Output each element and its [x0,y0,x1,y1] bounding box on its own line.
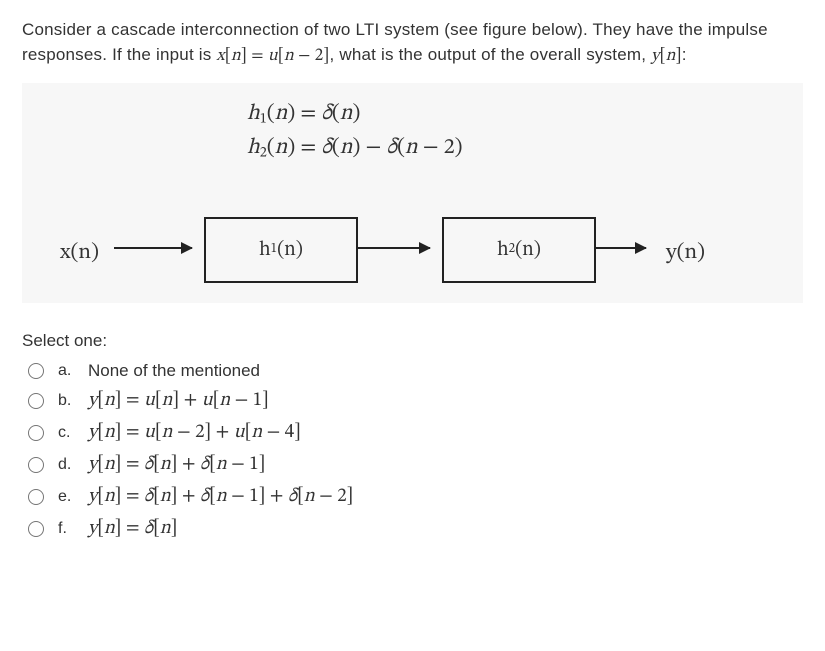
option-letter: b. [58,392,78,410]
arrow-icon [596,247,646,249]
option-letter: c. [58,424,78,442]
output-label: y(n) [666,239,705,267]
option-row-e[interactable]: e. y[n] = δ[n] + δ[n − 1] + δ[n − 2] [22,481,803,513]
select-one-label: Select one: [22,331,803,351]
option-radio[interactable] [28,521,44,537]
option-radio[interactable] [28,457,44,473]
option-row-f[interactable]: f. y[n] = δ[n] [22,513,803,545]
option-row-b[interactable]: b. y[n] = u[n] + u[n − 1] [22,385,803,417]
option-text: y[n] = δ[n] + δ[n − 1] [88,453,265,477]
figure-equations: h1(n) = δ(n) h2(n) = δ(n) − δ(n − 2) [247,97,463,165]
question-text: Consider a cascade interconnection of tw… [22,18,803,69]
option-text: y[n] = δ[n] + δ[n − 1] + δ[n − 2] [88,485,353,509]
figure-eq2: h2(n) = δ(n) − δ(n − 2) [247,131,463,165]
option-text: None of the mentioned [88,361,260,381]
arrow-icon [358,247,430,249]
option-radio[interactable] [28,489,44,505]
option-row-d[interactable]: d. y[n] = δ[n] + δ[n − 1] [22,449,803,481]
h1-block: h1(n) [204,217,358,283]
option-text: y[n] = δ[n] [88,517,177,541]
option-radio[interactable] [28,425,44,441]
option-row-a[interactable]: a. None of the mentioned [22,357,803,385]
option-radio[interactable] [28,363,44,379]
option-letter: d. [58,456,78,474]
option-letter: f. [58,520,78,538]
option-letter: e. [58,488,78,506]
option-row-c[interactable]: c. y[n] = u[n − 2] + u[n − 4] [22,417,803,449]
option-text: y[n] = u[n − 2] + u[n − 4] [88,421,301,445]
figure-panel: h1(n) = δ(n) h2(n) = δ(n) − δ(n − 2) x(n… [22,83,803,303]
input-label: x(n) [60,239,99,267]
figure-eq1: h1(n) = δ(n) [247,97,463,131]
options-list: a. None of the mentioned b. y[n] = u[n] + u… [22,357,803,545]
option-letter: a. [58,362,78,380]
option-text: y[n] = u[n] + u[n − 1] [88,389,269,413]
arrow-icon [114,247,192,249]
option-radio[interactable] [28,393,44,409]
h2-block: h2(n) [442,217,596,283]
